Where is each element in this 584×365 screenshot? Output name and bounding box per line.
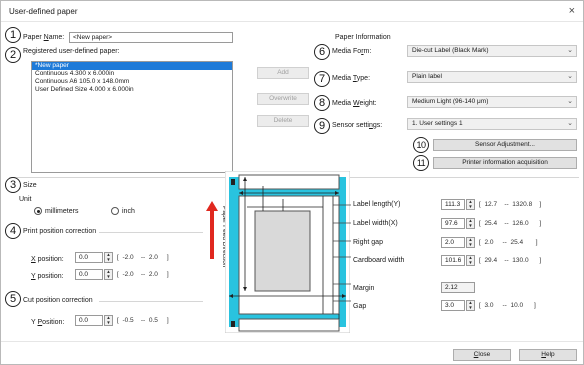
chevron-down-icon: ⌄: [567, 47, 573, 54]
gap-range: [ 3.0 -- 10.0 ]: [479, 302, 536, 309]
inch-label: inch: [122, 208, 135, 215]
x-position-stepper[interactable]: ▲ ▼: [104, 252, 113, 263]
marker-11: 11: [413, 155, 429, 171]
label-length-input[interactable]: 111.3: [441, 199, 465, 210]
cut-y-position-label: Y Position:: [31, 319, 65, 326]
chevron-down-icon: ⌄: [567, 73, 573, 80]
media-form-label: Media Form:: [332, 48, 372, 55]
y-position-stepper[interactable]: ▲ ▼: [104, 269, 113, 280]
label-length-label: Label length(Y): [353, 201, 401, 208]
label-width-input[interactable]: 97.6: [441, 218, 465, 229]
cardboard-width-input[interactable]: 101.6: [441, 255, 465, 266]
right-gap-label: Right gap: [353, 239, 383, 246]
paper-name-input[interactable]: <New paper>: [69, 32, 233, 43]
media-type-label: Media Type:: [332, 75, 371, 82]
list-item[interactable]: Continuous A6 105.0 x 148.0mm: [32, 78, 232, 86]
sensor-adjustment-button[interactable]: Sensor Adjustment...: [433, 139, 577, 151]
marker-1: 1: [5, 27, 21, 43]
window-title: User-defined paper: [9, 7, 78, 16]
footer-divider: [1, 341, 583, 342]
media-weight-select[interactable]: Medium Light (96-140 μm) ⌄: [407, 96, 577, 108]
y-position-label: Y position:: [31, 273, 64, 280]
label-length-stepper[interactable]: ▲ ▼: [466, 199, 475, 210]
cardboard-width-stepper[interactable]: ▲ ▼: [466, 255, 475, 266]
group-line: [99, 232, 203, 233]
millimeters-label: millimeters: [45, 208, 79, 215]
gap-stepper[interactable]: ▲ ▼: [466, 300, 475, 311]
title-divider: [1, 21, 583, 22]
label-width-stepper[interactable]: ▲ ▼: [466, 218, 475, 229]
gap-label: Gap: [353, 303, 367, 310]
marker-8: 8: [314, 95, 330, 111]
x-position-range: [ -2.0 -- 2.0 ]: [117, 254, 169, 261]
label-width-range: [ 25.4 -- 126.0 ]: [479, 220, 542, 227]
y-position-range: [ -2.0 -- 2.0 ]: [117, 271, 169, 278]
y-position-input[interactable]: 0.0: [75, 269, 103, 280]
chevron-down-icon: ⌄: [567, 120, 573, 127]
marker-3: 3: [5, 177, 21, 193]
list-item[interactable]: Continuous 4.300 x 6.000in: [32, 70, 232, 78]
delete-button[interactable]: Delete: [257, 115, 309, 127]
chevron-down-icon: ⌄: [567, 98, 573, 105]
marker-2: 2: [5, 47, 21, 63]
list-item[interactable]: User Defined Size 4.000 x 6.000in: [32, 86, 232, 94]
gap-input[interactable]: 3.0: [441, 300, 465, 311]
dimension-leader-lines: [333, 204, 351, 302]
print-position-heading: Print position correction: [23, 228, 97, 235]
help-button[interactable]: Help: [519, 349, 577, 361]
feed-direction-arrow-icon: [206, 201, 218, 259]
cut-y-position-stepper[interactable]: ▲ ▼: [104, 315, 113, 326]
size-heading: Size: [23, 182, 37, 189]
right-gap-range: [ 2.0 -- 25.4 ]: [479, 239, 538, 246]
cut-y-position-input[interactable]: 0.0: [75, 315, 103, 326]
sensor-settings-label: Sensor settings:: [332, 122, 383, 129]
marker-5: 5: [5, 291, 21, 307]
sensor-settings-select[interactable]: 1. User settings 1 ⌄: [407, 118, 577, 130]
inch-radio[interactable]: [111, 207, 119, 215]
user-defined-paper-dialog: User-defined paper × 1 Paper Name: <New …: [0, 0, 584, 365]
group-line: [99, 301, 203, 302]
unit-label: Unit: [19, 196, 32, 203]
cardboard-width-label: Cardboard width: [353, 257, 405, 264]
cardboard-width-range: [ 29.4 -- 130.0 ]: [479, 257, 542, 264]
marker-4: 4: [5, 223, 21, 239]
media-form-select[interactable]: Die-cut Label (Black Mark) ⌄: [407, 45, 577, 57]
label-width-label: Label width(X): [353, 220, 398, 227]
close-icon[interactable]: ×: [569, 4, 575, 18]
label-diagram: [225, 171, 350, 333]
marker-9: 9: [314, 118, 330, 134]
registered-paper-label: Registered user-defined paper:: [23, 48, 120, 55]
media-type-select[interactable]: Plain label ⌄: [407, 71, 577, 83]
marker-7: 7: [314, 71, 330, 87]
printer-information-button[interactable]: Printer information acquisition: [433, 157, 577, 169]
millimeters-radio[interactable]: [34, 207, 42, 215]
label-length-range: [ 12.7 -- 1320.8 ]: [479, 201, 542, 208]
list-item[interactable]: *New paper: [32, 62, 232, 70]
registered-paper-list[interactable]: *New paper Continuous 4.300 x 6.000in Co…: [31, 61, 233, 173]
cut-y-position-range: [ -0.5 -- 0.5 ]: [117, 317, 169, 324]
add-button[interactable]: Add: [257, 67, 309, 79]
paper-information-heading: Paper Information: [335, 34, 391, 41]
right-gap-stepper[interactable]: ▲ ▼: [466, 237, 475, 248]
close-button[interactable]: Close: [453, 349, 511, 361]
overwrite-button[interactable]: Overwrite: [257, 93, 309, 105]
paper-name-label: Paper Name:: [23, 34, 65, 41]
marker-6: 6: [314, 44, 330, 60]
right-gap-input[interactable]: 2.0: [441, 237, 465, 248]
margin-value: 2.12: [441, 282, 475, 293]
marker-10: 10: [413, 137, 429, 153]
cut-position-heading: Cut position correction: [23, 297, 93, 304]
media-weight-label: Media Weight:: [332, 100, 377, 107]
margin-label: Margin: [353, 285, 375, 292]
x-position-input[interactable]: 0.0: [75, 252, 103, 263]
x-position-label: X position:: [31, 256, 64, 263]
